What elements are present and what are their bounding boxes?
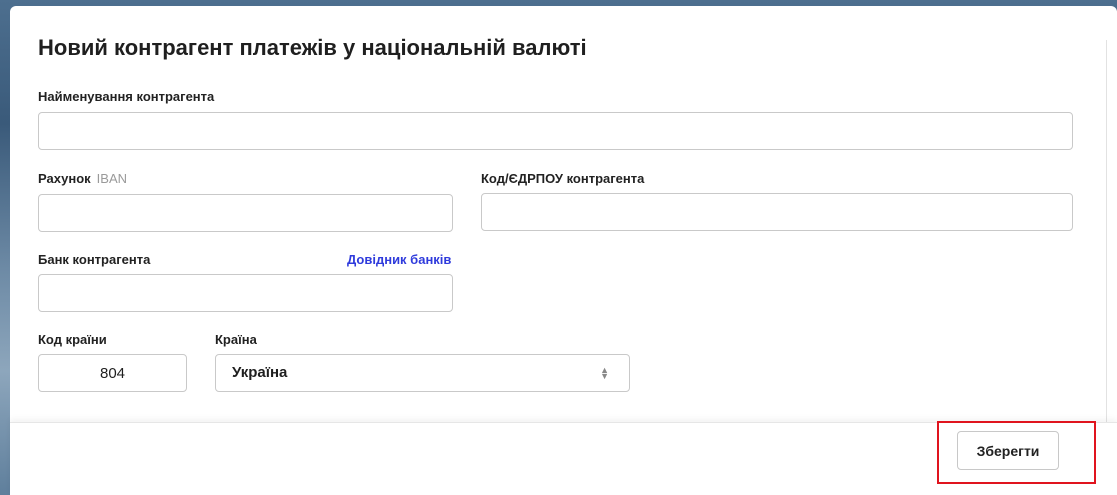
account-iban-input[interactable]: [38, 194, 453, 232]
country-select-value: Україна: [232, 364, 288, 381]
bank-input[interactable]: [38, 274, 453, 312]
account-label-text: Рахунок: [38, 171, 91, 186]
country-code-input[interactable]: [38, 354, 187, 392]
code-label: Код/ЄДРПОУ контрагента: [481, 171, 645, 186]
name-label: Найменування контрагента: [38, 89, 215, 104]
bank-directory-link[interactable]: Довідник банків: [347, 252, 451, 267]
counterparty-name-input[interactable]: [38, 112, 1073, 150]
bank-label: Банк контрагента: [38, 252, 151, 267]
account-label: Рахунок IBAN: [38, 171, 127, 186]
country-code-label: Код країни: [38, 332, 107, 347]
account-hint: IBAN: [96, 171, 127, 186]
page-title: Новий контрагент платежів у національній…: [38, 35, 587, 60]
scrollbar-track: [1106, 40, 1107, 425]
edrpou-code-input[interactable]: [481, 193, 1073, 231]
country-select[interactable]: Україна ▲ ▼: [215, 354, 630, 392]
save-button[interactable]: Зберегти: [957, 431, 1059, 470]
sort-arrows-icon: ▲ ▼: [600, 365, 609, 381]
country-label: Країна: [215, 332, 257, 347]
